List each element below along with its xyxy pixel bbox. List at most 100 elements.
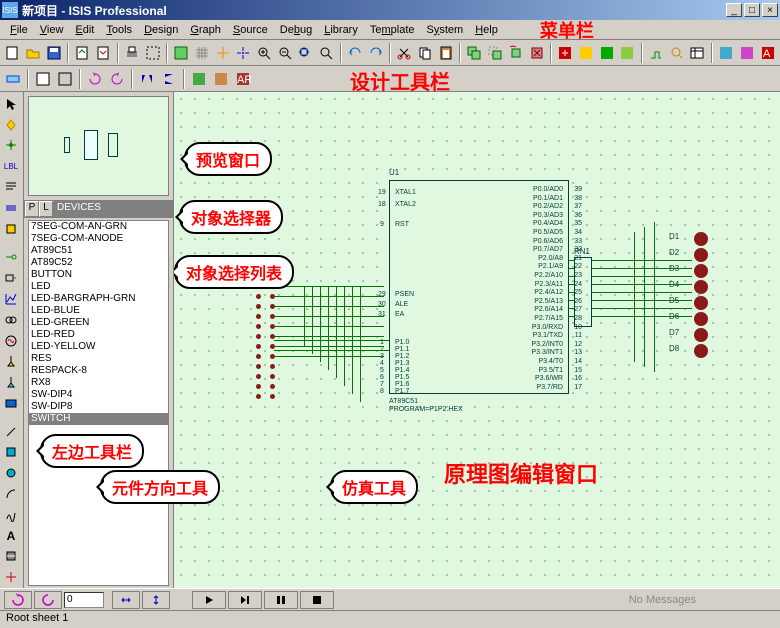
bus-tool[interactable]	[0, 198, 22, 218]
list-item[interactable]: SW-DIP4	[29, 389, 168, 401]
ares-button[interactable]: A	[757, 42, 778, 64]
mirror-y-button[interactable]	[142, 591, 170, 609]
text-2d-tool[interactable]: A	[0, 526, 22, 546]
led-d2[interactable]	[694, 248, 708, 262]
list-item[interactable]: LED-YELLOW	[29, 341, 168, 353]
list-item[interactable]: AT89C52	[29, 257, 168, 269]
origin-button[interactable]	[212, 42, 233, 64]
menu-file[interactable]: File	[4, 22, 34, 38]
block-move-button[interactable]	[485, 42, 506, 64]
library-manager-button[interactable]	[188, 68, 210, 90]
stop-button[interactable]	[300, 591, 334, 609]
block-delete-button[interactable]	[526, 42, 547, 64]
list-item[interactable]: LED-GREEN	[29, 317, 168, 329]
probe-v-tool[interactable]	[0, 351, 22, 371]
list-item[interactable]: RESPACK-8	[29, 365, 168, 377]
menu-graph[interactable]: Graph	[184, 22, 227, 38]
ares-link-button[interactable]: ARES	[232, 68, 254, 90]
line-tool[interactable]	[0, 422, 22, 442]
marker-tool[interactable]	[0, 567, 22, 587]
component-tool[interactable]	[0, 115, 22, 135]
terminal-tool[interactable]	[0, 248, 22, 268]
menu-help[interactable]: Help	[469, 22, 504, 38]
open-button[interactable]	[23, 42, 44, 64]
minimize-button[interactable]: _	[726, 3, 742, 17]
led-d4[interactable]	[694, 280, 708, 294]
led-d1[interactable]	[694, 232, 708, 246]
schematic-canvas[interactable]: 预览窗口 对象选择器 对象选择列表 原理图编辑窗口 U1 XTAL1 XTAL2…	[174, 92, 780, 588]
decompose-button[interactable]	[617, 42, 638, 64]
menu-debug[interactable]: Debug	[274, 22, 318, 38]
mirror-x-button[interactable]	[112, 591, 140, 609]
maximize-button[interactable]: □	[744, 3, 760, 17]
block-copy-button[interactable]	[464, 42, 485, 64]
save-button[interactable]	[43, 42, 64, 64]
list-item[interactable]: BUTTON	[29, 269, 168, 281]
rotate-ccw-button[interactable]	[106, 68, 128, 90]
make-button[interactable]	[576, 42, 597, 64]
pin-tool[interactable]	[0, 268, 22, 288]
source-button[interactable]	[210, 68, 232, 90]
led-d8[interactable]	[694, 344, 708, 358]
pick-button[interactable]	[555, 42, 576, 64]
export-button[interactable]	[93, 42, 114, 64]
led-d7[interactable]	[694, 328, 708, 342]
close-button[interactable]: ×	[762, 3, 778, 17]
rn1-component[interactable]	[574, 257, 592, 327]
list-item[interactable]: AT89C51	[29, 245, 168, 257]
y-mirror-button[interactable]	[158, 68, 180, 90]
preview-window[interactable]	[28, 96, 169, 196]
text-tool[interactable]	[0, 177, 22, 197]
play-button[interactable]	[192, 591, 226, 609]
angle-input[interactable]	[64, 592, 104, 608]
grid-button[interactable]	[192, 42, 213, 64]
block-rotate-button[interactable]	[505, 42, 526, 64]
led-d6[interactable]	[694, 312, 708, 326]
step-button[interactable]	[228, 591, 262, 609]
list-item[interactable]: LED-BLUE	[29, 305, 168, 317]
menu-design[interactable]: Design	[138, 22, 184, 38]
list-item[interactable]: LED	[29, 281, 168, 293]
list-item[interactable]: 7SEG-COM-AN-GRN	[29, 221, 168, 233]
zoom-out-button[interactable]	[274, 42, 295, 64]
search-button[interactable]	[666, 42, 687, 64]
menu-library[interactable]: Library	[318, 22, 364, 38]
instrument-tool[interactable]	[0, 393, 22, 413]
pick-device-button[interactable]: P	[25, 201, 39, 217]
tape-tool[interactable]	[0, 310, 22, 330]
toggle-grid-button[interactable]	[32, 68, 54, 90]
generator-tool[interactable]	[0, 331, 22, 351]
label-tool[interactable]: LBL	[0, 156, 22, 176]
box-tool[interactable]	[0, 443, 22, 463]
toggle-false-button[interactable]	[54, 68, 76, 90]
cut-button[interactable]	[394, 42, 415, 64]
subcircuit-tool[interactable]	[0, 219, 22, 239]
list-item[interactable]: LED-RED	[29, 329, 168, 341]
arc-tool[interactable]	[0, 484, 22, 504]
zoom-in-button[interactable]	[254, 42, 275, 64]
led-d5[interactable]	[694, 296, 708, 310]
graph-tool[interactable]	[0, 289, 22, 309]
new-button[interactable]	[2, 42, 23, 64]
list-item[interactable]: RES	[29, 353, 168, 365]
zoom-all-button[interactable]	[295, 42, 316, 64]
property-button[interactable]	[687, 42, 708, 64]
menu-system[interactable]: System	[421, 22, 470, 38]
netlist-button[interactable]	[737, 42, 758, 64]
led-d3[interactable]	[694, 264, 708, 278]
redo-button[interactable]	[365, 42, 386, 64]
center-button[interactable]	[233, 42, 254, 64]
area-button[interactable]	[142, 42, 163, 64]
path-tool[interactable]	[0, 505, 22, 525]
rotate-ccw-button[interactable]	[34, 591, 62, 609]
ic-at89c51[interactable]: XTAL1 XTAL2 RST PSEN ALE EA 19 18 9 29 3…	[389, 180, 569, 394]
list-item[interactable]: RX8	[29, 377, 168, 389]
print-button[interactable]	[122, 42, 143, 64]
package-button[interactable]	[596, 42, 617, 64]
rotate-cw-button[interactable]	[84, 68, 106, 90]
circle-tool[interactable]	[0, 463, 22, 483]
menu-source[interactable]: Source	[227, 22, 274, 38]
refresh-button[interactable]	[171, 42, 192, 64]
list-item[interactable]: LED-BARGRAPH-GRN	[29, 293, 168, 305]
symbol-tool[interactable]	[0, 547, 22, 567]
